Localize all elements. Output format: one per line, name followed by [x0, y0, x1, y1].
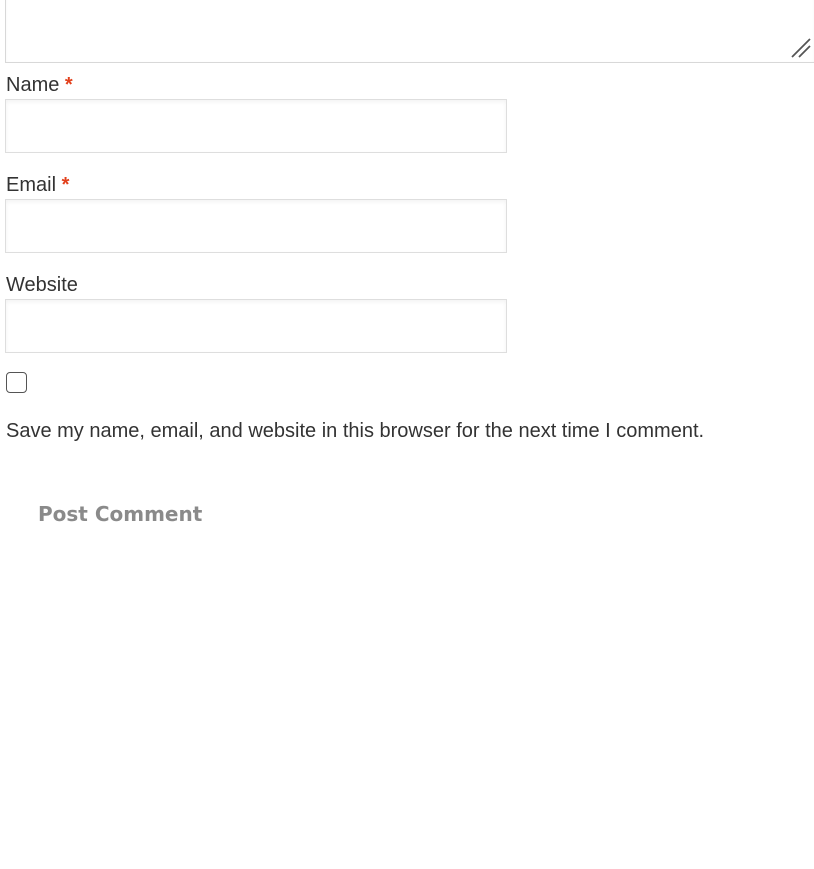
website-input[interactable] — [5, 299, 507, 353]
required-marker: * — [61, 174, 70, 196]
website-label: Website — [6, 273, 78, 297]
name-label-text: Name — [6, 74, 60, 96]
email-input[interactable] — [5, 199, 507, 253]
name-input[interactable] — [5, 99, 507, 153]
email-label: Email * — [6, 173, 69, 197]
resize-grip-icon[interactable] — [790, 37, 812, 59]
required-marker: * — [64, 74, 73, 96]
name-label: Name * — [6, 73, 73, 97]
comment-textarea[interactable] — [5, 0, 814, 63]
post-comment-button[interactable]: Post Comment — [22, 497, 218, 531]
email-label-text: Email — [6, 174, 57, 196]
website-label-text: Website — [6, 274, 78, 296]
save-info-checkbox[interactable] — [6, 372, 27, 393]
save-info-label: Save my name, email, and website in this… — [6, 420, 705, 442]
